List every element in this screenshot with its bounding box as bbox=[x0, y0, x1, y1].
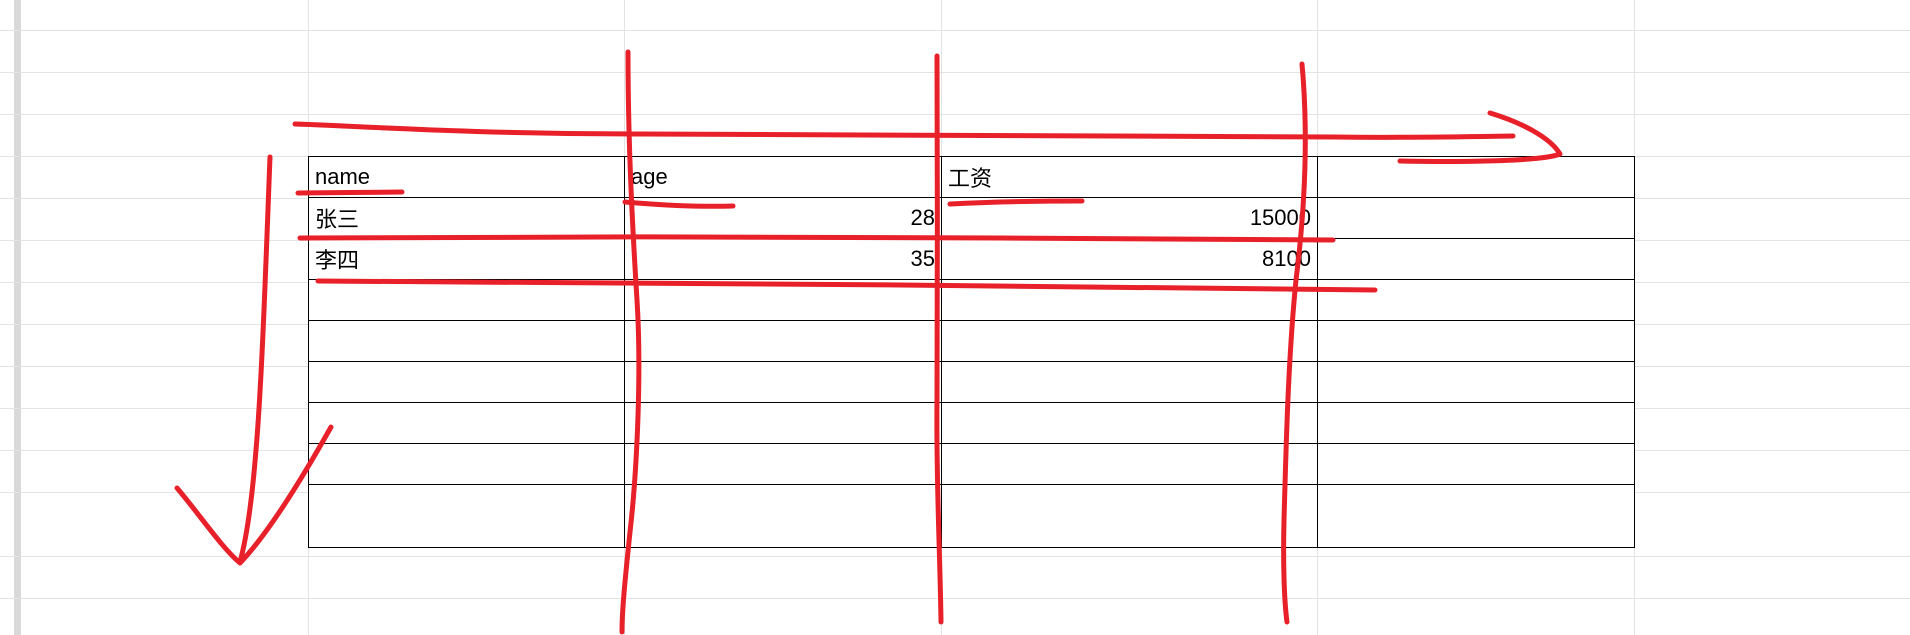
underline-age bbox=[622, 199, 736, 209]
column-divider-2 bbox=[934, 53, 944, 625]
column-divider-1 bbox=[619, 49, 642, 635]
row-divider-2 bbox=[315, 278, 1378, 293]
arrow-down-shaft bbox=[237, 154, 273, 565]
column-divider-3 bbox=[1281, 61, 1308, 625]
spreadsheet-canvas: name age 工资 张三 28 15000 李四 35 8100 bbox=[0, 0, 1910, 635]
underline-name bbox=[295, 189, 405, 196]
arrow-right-shaft bbox=[292, 121, 1516, 140]
row-divider-1 bbox=[297, 234, 1336, 243]
underline-salary bbox=[947, 198, 1085, 207]
red-annotation-layer bbox=[174, 49, 1563, 635]
